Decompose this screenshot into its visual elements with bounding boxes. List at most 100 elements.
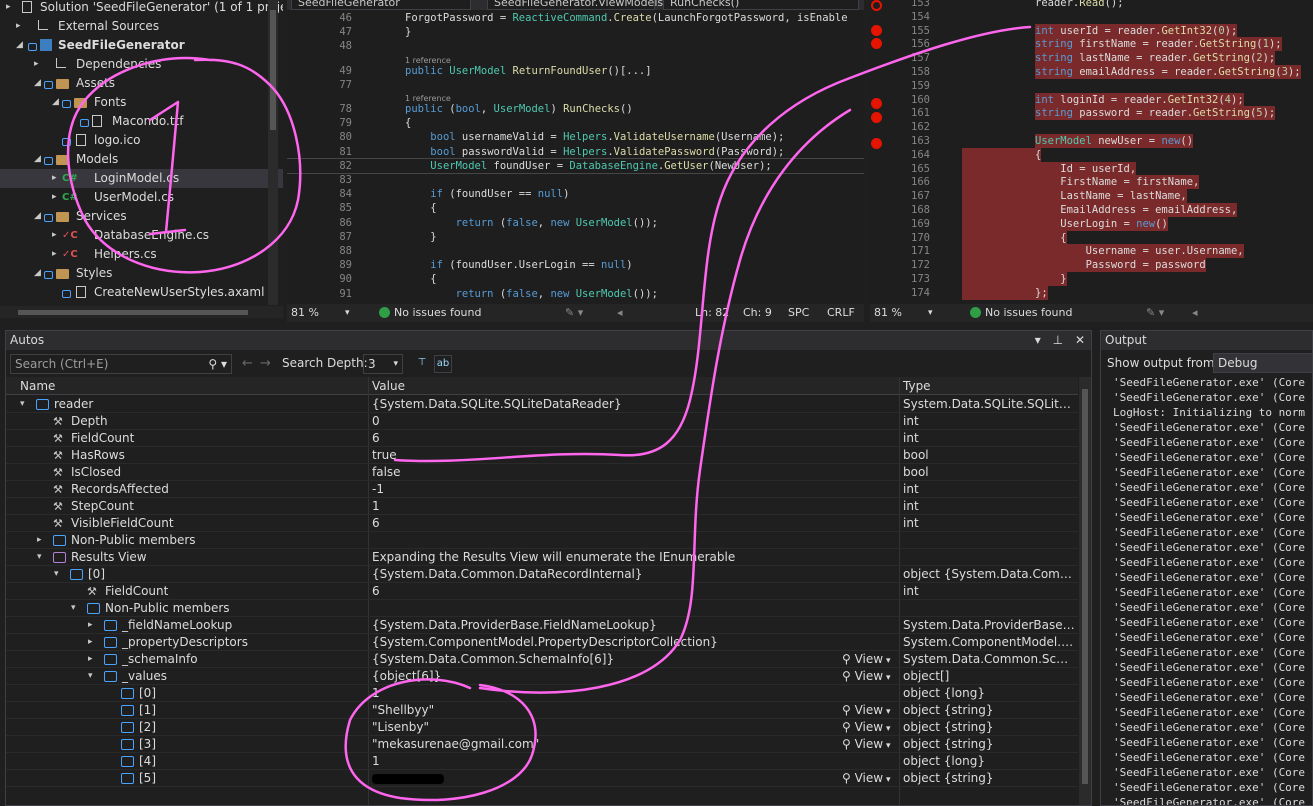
zoom-level[interactable]: 81 %: [874, 304, 902, 322]
collapse-arrow-icon[interactable]: ◢: [34, 207, 44, 226]
autos-row[interactable]: ▸ _propertyDescriptors {System.ComponentMo…: [6, 634, 1078, 651]
autos-row[interactable]: ▾ _values {object[6]} ⚲ View ▾ object[]: [6, 668, 1078, 685]
expand-arrow-icon[interactable]: ▸: [52, 188, 62, 207]
scrollbar-thumb[interactable]: [18, 310, 248, 315]
expand-arrow-icon[interactable]: ▸: [52, 226, 62, 245]
code-line[interactable]: 162: [870, 120, 1313, 134]
code-line[interactable]: 90 {: [287, 272, 864, 286]
left-arrow-icon[interactable]: ◂: [1192, 304, 1198, 322]
autos-row[interactable]: [2] "Lisenby" ⚲ View ▾ object {string}: [6, 719, 1078, 736]
variable-value[interactable]: 1: [372, 498, 842, 515]
output-text[interactable]: 'SeedFileGenerator.exe' (Core 'SeedFileGe…: [1113, 375, 1305, 805]
autos-row[interactable]: ▾ reader {System.Data.SQLite.SQLiteDataRea…: [6, 396, 1078, 413]
code-line[interactable]: 154: [870, 10, 1313, 24]
whitespace-indicator[interactable]: SPC: [788, 304, 809, 322]
autos-row[interactable]: ⚒ IsClosed false bool: [6, 464, 1078, 481]
code-line[interactable]: 173 }: [870, 272, 1313, 286]
issues-indicator[interactable]: No issues found: [970, 304, 1072, 322]
view-button[interactable]: ⚲ View ▾: [842, 770, 890, 789]
scrollbar-thumb[interactable]: [270, 10, 276, 130]
autos-row[interactable]: ⚒ HasRows true bool: [6, 447, 1078, 464]
code-line[interactable]: 84 if (foundUser == null): [287, 187, 864, 201]
tree-item-fonts[interactable]: ◢ Fonts: [0, 93, 283, 112]
column-header-value[interactable]: Value: [372, 377, 405, 395]
code-line[interactable]: 81 bool passwordValid = Helpers.Validate…: [287, 145, 864, 159]
vertical-scrollbar[interactable]: [268, 0, 278, 305]
code-line[interactable]: 159: [870, 79, 1313, 93]
code-line[interactable]: 161 string password = reader.GetString(5)…: [870, 106, 1313, 121]
code-editor-login-viewmodel[interactable]: SeedFileGenerator SeedFileGenerator.View…: [287, 0, 864, 322]
autos-row[interactable]: ▸ _fieldNameLookup {System.Data.ProviderBa…: [6, 617, 1078, 634]
hex-display-icon[interactable]: ab: [434, 355, 452, 373]
breakpoint-icon[interactable]: [871, 0, 882, 11]
variable-value[interactable]: -1: [372, 481, 842, 498]
autos-row[interactable]: ⚒ VisibleFieldCount 6 int: [6, 515, 1078, 532]
autos-row[interactable]: ⚒ FieldCount 6 int: [6, 430, 1078, 447]
project-dropdown[interactable]: SeedFileGenerator: [291, 0, 471, 10]
code-line[interactable]: 156 string firstName = reader.GetString(1…: [870, 37, 1313, 52]
code-line[interactable]: 49 public UserModel ReturnFoundUser()[...…: [287, 64, 864, 78]
left-arrow-icon[interactable]: ◂: [617, 304, 623, 322]
collapse-arrow-icon[interactable]: ◢: [16, 36, 26, 55]
code-line[interactable]: 155 int userId = reader.GetInt32(0);: [870, 23, 1313, 38]
variable-value[interactable]: Expanding the Results View will enumerat…: [372, 549, 842, 566]
dropdown-icon[interactable]: ▾: [1035, 333, 1041, 347]
collapse-arrow-icon[interactable]: ◢: [34, 74, 44, 93]
code-line[interactable]: 83: [287, 173, 864, 187]
code-line[interactable]: 160 int loginId = reader.GetInt32(4);: [870, 92, 1313, 107]
collapse-arrow-icon[interactable]: ▾: [71, 600, 76, 617]
tree-item-assets[interactable]: ◢ Assets: [0, 74, 283, 93]
variable-value[interactable]: 6: [372, 583, 842, 600]
horizontal-scrollbar[interactable]: [0, 306, 283, 318]
code-line[interactable]: 80 bool usernameValid = Helpers.Validate…: [287, 130, 864, 144]
variable-value[interactable]: {System.Data.Common.DataRecordInternal}: [372, 566, 842, 583]
autos-row[interactable]: ⚒ Depth 0 int: [6, 413, 1078, 430]
collapse-arrow-icon[interactable]: ▾: [54, 566, 59, 583]
tree-item-macondo[interactable]: Macondo.ttf: [0, 112, 283, 131]
zoom-dropdown-icon[interactable]: ▾: [928, 304, 933, 322]
code-line[interactable]: 153 reader.Read();: [870, 0, 1313, 10]
variable-value[interactable]: {System.Data.Common.SchemaInfo[6]}: [372, 651, 842, 668]
breakpoint-icon[interactable]: [871, 138, 882, 149]
search-depth-select[interactable]: 3 ▾: [363, 354, 403, 374]
code-line[interactable]: 46 ForgotPassword = ReactiveCommand.Creat…: [287, 11, 864, 25]
variable-value[interactable]: "mekasurenae@gmail.com": [372, 736, 842, 753]
variable-value[interactable]: {System.ComponentModel.PropertyDescripto…: [372, 634, 842, 651]
autos-row[interactable]: ⚒ StepCount 1 int: [6, 498, 1078, 515]
tree-item-styles[interactable]: ◢ Styles: [0, 264, 283, 283]
tree-item-models[interactable]: ◢ Models: [0, 150, 283, 169]
autos-row[interactable]: ⚒ RecordsAffected -1 int: [6, 481, 1078, 498]
column-header-type[interactable]: Type: [903, 377, 931, 395]
tree-item-loginmodel[interactable]: ▸ C# LoginModel.cs: [0, 169, 283, 188]
collapse-arrow-icon[interactable]: ◢: [52, 93, 62, 112]
autos-row[interactable]: ▾ Results View Expanding the Results View …: [6, 549, 1078, 566]
autos-row[interactable]: ▸ Non-Public members: [6, 532, 1078, 549]
scrollbar-thumb[interactable]: [1082, 389, 1088, 784]
code-line[interactable]: 88: [287, 244, 864, 258]
code-line[interactable]: 87 }: [287, 230, 864, 244]
tree-item-solution[interactable]: ▸ Solution 'SeedFileGenerator' (1 of 1 p…: [0, 0, 283, 17]
variable-value[interactable]: true: [372, 447, 842, 464]
code-line[interactable]: 86 return (false, new UserModel());: [287, 216, 864, 230]
code-line[interactable]: 82 UserModel foundUser = DatabaseEngine.…: [287, 157, 864, 174]
tree-item-createnewuserstyles[interactable]: CreateNewUserStyles.axaml: [0, 283, 283, 302]
collapse-arrow-icon[interactable]: ◢: [34, 150, 44, 169]
zoom-dropdown-icon[interactable]: ▾: [345, 304, 350, 322]
code-line[interactable]: 174};: [870, 285, 1313, 300]
collapse-arrow-icon[interactable]: ▸: [6, 0, 16, 17]
code-line[interactable]: 172 Password = password: [870, 258, 1313, 273]
pin-icon[interactable]: ⊥: [1053, 333, 1063, 347]
line-ending-indicator[interactable]: CRLF: [827, 304, 855, 322]
class-dropdown[interactable]: SeedFileGenerator.ViewModels.LoginViewMo…: [487, 0, 755, 10]
expand-arrow-icon[interactable]: ▸: [88, 634, 93, 651]
autos-row[interactable]: [3] "mekasurenae@gmail.com" ⚲ View ▾ object…: [6, 736, 1078, 753]
tree-item-external-sources[interactable]: ▸ External Sources: [0, 17, 283, 36]
code-line[interactable]: 163 UserModel newUser = new(): [870, 134, 1313, 148]
variable-value[interactable]: 1: [372, 685, 842, 702]
collapse-arrow-icon[interactable]: ▾: [88, 668, 93, 685]
variable-value[interactable]: 6: [372, 430, 842, 447]
collapse-arrow-icon[interactable]: ▾: [37, 549, 42, 566]
member-dropdown[interactable]: RunChecks(): [663, 0, 859, 10]
variable-value[interactable]: "Lisenby": [372, 719, 842, 736]
code-editor-database-engine[interactable]: 153 reader.Read(); 154 155 int userId = read…: [870, 0, 1313, 322]
